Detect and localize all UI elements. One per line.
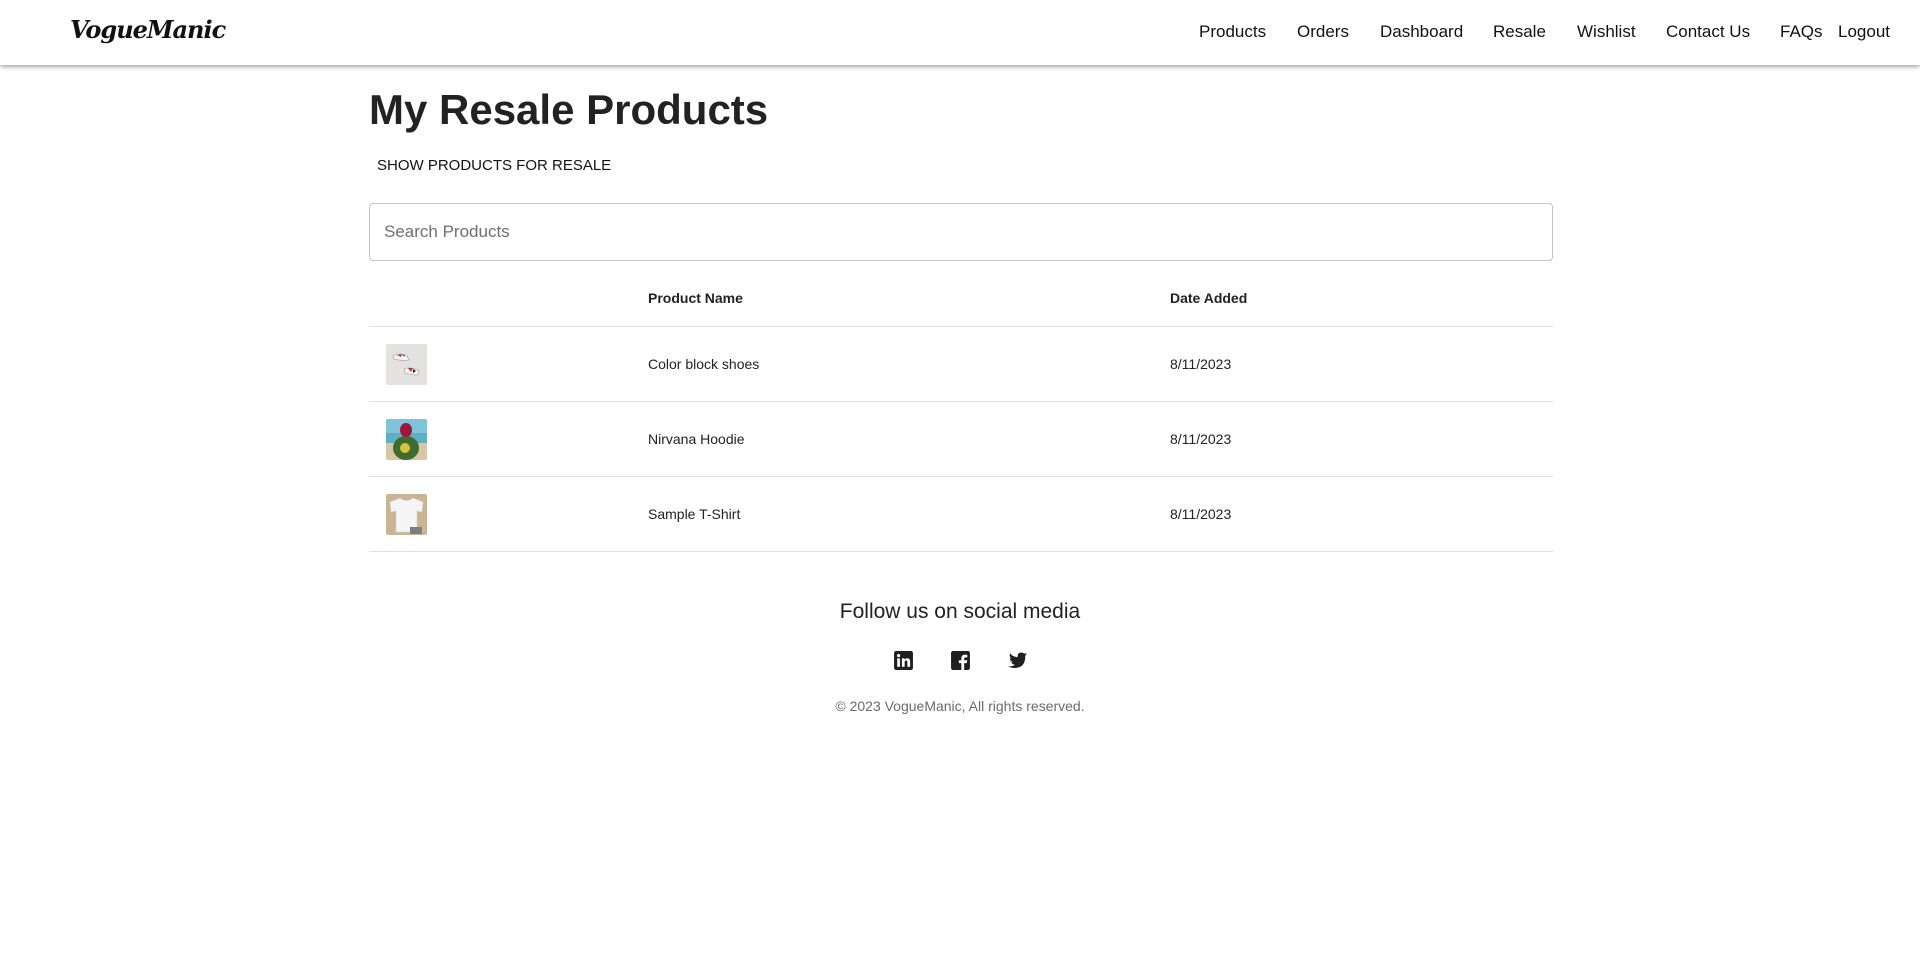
navbar: VogueManic Products Orders Dashboard Res… (0, 0, 1920, 65)
nav-logout[interactable]: Logout (1838, 22, 1890, 42)
shoes-thumbnail (386, 344, 427, 385)
facebook-icon[interactable] (950, 650, 971, 671)
nav-faqs[interactable]: FAQs (1780, 22, 1823, 42)
linkedin-icon[interactable] (893, 650, 914, 671)
nav-products[interactable]: Products (1199, 22, 1266, 42)
nav-dashboard[interactable]: Dashboard (1380, 22, 1463, 42)
column-header-date-added: Date Added (1170, 290, 1248, 306)
date-added: 8/11/2023 (1170, 356, 1232, 372)
table-row[interactable]: Color block shoes 8/11/2023 (369, 327, 1553, 402)
nav-wishlist[interactable]: Wishlist (1577, 22, 1636, 42)
product-name: Nirvana Hoodie (648, 431, 745, 447)
tshirt-thumbnail (386, 494, 427, 535)
table-row[interactable]: Sample T-Shirt 8/11/2023 (369, 477, 1553, 552)
resale-products-table: Product Name Date Added Color block shoe… (369, 269, 1553, 552)
table-header: Product Name Date Added (369, 269, 1553, 327)
twitter-icon[interactable] (1007, 650, 1028, 671)
page-title: My Resale Products (369, 86, 769, 133)
date-added: 8/11/2023 (1170, 431, 1232, 447)
nav-resale[interactable]: Resale (1493, 22, 1546, 42)
product-name: Sample T-Shirt (648, 506, 741, 522)
search-input[interactable] (369, 203, 1553, 261)
follow-text: Follow us on social media (839, 600, 1081, 623)
table-row[interactable]: Nirvana Hoodie 8/11/2023 (369, 402, 1553, 477)
social-links (0, 650, 1920, 671)
hoodie-thumbnail (386, 419, 427, 460)
date-added: 8/11/2023 (1170, 506, 1232, 522)
copyright-text: © 2023 VogueManic, All rights reserved. (835, 698, 1085, 714)
column-header-product-name: Product Name (648, 290, 743, 306)
nav-contact-us[interactable]: Contact Us (1666, 22, 1750, 42)
nav-orders[interactable]: Orders (1297, 22, 1349, 42)
nav-links: Products Orders Dashboard Resale Wishlis… (0, 0, 1920, 65)
show-resale-products-button[interactable]: SHOW PRODUCTS FOR RESALE (377, 157, 611, 174)
product-name: Color block shoes (648, 356, 760, 372)
